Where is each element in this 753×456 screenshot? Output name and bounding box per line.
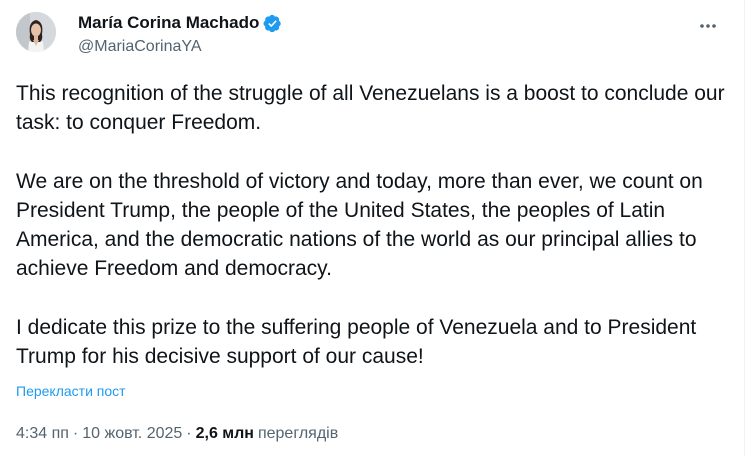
tweet-meta: 4:34 пп · 10 жовт. 2025 · 2,6 млн перегл…: [16, 425, 338, 443]
meta-separator: ·: [72, 425, 79, 442]
tweet-date[interactable]: 10 жовт. 2025: [82, 425, 182, 443]
avatar[interactable]: [16, 12, 56, 52]
views-label: переглядів: [257, 425, 339, 442]
author-names: María Corina Machado @MariaCorinaYA: [78, 12, 282, 56]
translate-post-link[interactable]: Перекласти пост: [16, 383, 126, 399]
tweet-text: This recognition of the struggle of all …: [16, 79, 731, 371]
verified-badge-icon[interactable]: [263, 14, 282, 33]
name-row: María Corina Machado: [78, 12, 282, 34]
tweet-paragraph: I dedicate this prize to the suffering p…: [16, 315, 697, 368]
display-name[interactable]: María Corina Machado: [78, 13, 259, 33]
tweet-paragraph: We are on the threshold of victory and t…: [16, 169, 703, 281]
tweet-paragraph: This recognition of the struggle of all …: [16, 82, 725, 135]
author-handle[interactable]: @MariaCorinaYA: [78, 38, 282, 56]
views-count[interactable]: 2,6 млн: [196, 425, 254, 443]
tweet-card: María Corina Machado @MariaCorinaYA This…: [0, 0, 745, 456]
tweet-header: María Corina Machado @MariaCorinaYA: [16, 12, 728, 60]
more-options-icon: [700, 24, 716, 28]
meta-separator: ·: [186, 425, 192, 442]
tweet-time[interactable]: 4:34 пп: [16, 425, 69, 443]
more-options-button[interactable]: [694, 16, 722, 36]
